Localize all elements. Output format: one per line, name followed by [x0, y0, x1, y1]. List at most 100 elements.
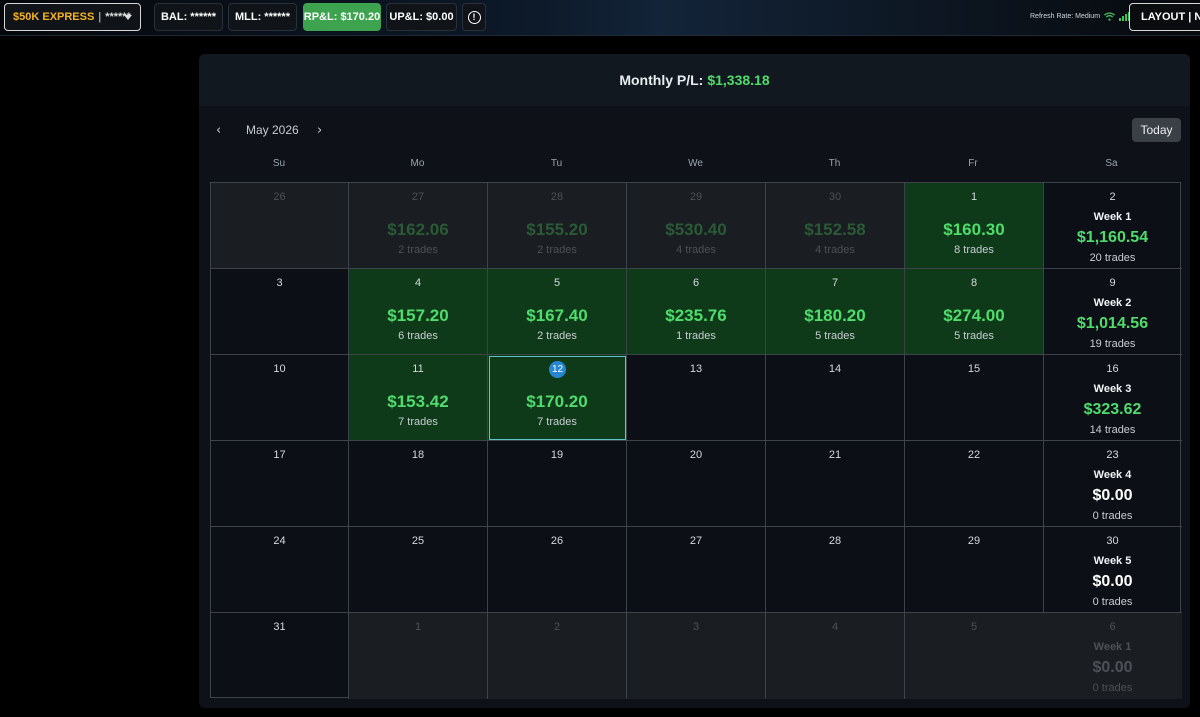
week-summary-cell[interactable]: 23 Week 4 $0.00 0 trades [1043, 441, 1182, 527]
week-summary-cell[interactable]: 9 Week 2 $1,014.56 19 trades [1043, 269, 1182, 355]
calendar-day-cell[interactable]: 8 $274.00 5 trades [905, 269, 1044, 355]
weekday-header: Mo [410, 158, 425, 169]
day-trade-count: 7 trades [537, 416, 577, 428]
day-trade-count: 5 trades [815, 330, 855, 342]
calendar-day-cell[interactable]: 5 $167.40 2 trades [488, 269, 627, 355]
account-separator: | [98, 11, 102, 23]
week-trade-count: 14 trades [1089, 424, 1136, 436]
calendar-day-cell[interactable]: 27 $162.06 2 trades [349, 183, 488, 269]
day-pnl: $274.00 [943, 306, 1005, 325]
week-summary-cell[interactable]: 6 Week 1 $0.00 0 trades [1043, 613, 1182, 699]
day-trade-count: 7 trades [398, 416, 438, 428]
calendar-day-cell[interactable]: 21 [766, 441, 905, 527]
calendar-day-cell[interactable]: 1 [349, 613, 488, 699]
calendar-day-cell[interactable]: 15 [905, 355, 1044, 441]
day-number: 24 [273, 535, 286, 547]
account-name: $50K EXPRESS [13, 11, 95, 23]
unrealized-pnl-badge[interactable]: UP&L: $0.00 [386, 3, 457, 31]
calendar-day-cell[interactable]: 18 [349, 441, 488, 527]
info-button[interactable]: ! [462, 3, 486, 31]
day-trade-count: 4 trades [815, 244, 855, 256]
today-button[interactable]: Today [1132, 118, 1181, 142]
week-summary-cell[interactable]: 2 Week 1 $1,160.54 20 trades [1043, 183, 1182, 269]
calendar-day-cell[interactable]: 3 [627, 613, 766, 699]
day-pnl: $152.58 [804, 220, 866, 239]
realized-pnl-badge[interactable]: RP&L: $170.20 [303, 3, 381, 31]
balance-badge[interactable]: BAL: ****** [154, 3, 223, 31]
day-number: 1 [970, 191, 978, 203]
day-trade-count: 6 trades [398, 330, 438, 342]
chevron-left-icon[interactable]: ‹ [216, 120, 230, 140]
calendar-day-cell[interactable]: 19 [488, 441, 627, 527]
monthly-pnl-header: Monthly P/L: $1,338.18 [199, 54, 1190, 106]
calendar-day-cell[interactable]: 13 [627, 355, 766, 441]
calendar-day-cell[interactable]: 2 [488, 613, 627, 699]
week-pnl: $323.62 [1083, 401, 1142, 418]
calendar-day-cell[interactable]: 28 $155.20 2 trades [488, 183, 627, 269]
calendar-day-cell[interactable]: 31 [211, 613, 349, 699]
day-pnl: $162.06 [387, 220, 449, 239]
layout-button[interactable]: LAYOUT | NEW [1129, 3, 1200, 31]
day-trade-count: 2 trades [537, 244, 577, 256]
day-number: 13 [689, 363, 703, 375]
calendar-day-cell[interactable]: 4 $157.20 6 trades [349, 269, 488, 355]
week-label: Week 2 [1093, 297, 1132, 309]
weekday-header: Fr [968, 158, 978, 169]
day-trade-count: 5 trades [954, 330, 994, 342]
account-selector[interactable]: $50K EXPRESS | ****** [4, 3, 141, 31]
calendar-day-cell[interactable]: 25 [349, 527, 488, 613]
calendar-day-cell[interactable]: 29 $530.40 4 trades [627, 183, 766, 269]
calendar-day-cell[interactable]: 1 $160.30 8 trades [905, 183, 1044, 269]
day-trade-count: 8 trades [954, 244, 994, 256]
calendar-day-cell[interactable]: 27 [627, 527, 766, 613]
week-trade-count: 20 trades [1089, 252, 1136, 264]
calendar-day-cell[interactable]: 3 [211, 269, 349, 355]
day-number: 1 [414, 621, 422, 633]
refresh-rate-label: Refresh Rate: Medium [1030, 13, 1101, 20]
weekday-header: Tu [550, 158, 563, 169]
monthly-pnl-value: $1,338.18 [707, 72, 770, 88]
day-number: 27 [411, 191, 425, 203]
calendar-day-cell[interactable]: 17 [211, 441, 349, 527]
week-summary-cell[interactable]: 16 Week 3 $323.62 14 trades [1043, 355, 1182, 441]
day-number: 15 [967, 363, 981, 375]
day-number: 12 [549, 361, 566, 378]
calendar-day-cell[interactable]: 4 [766, 613, 905, 699]
week-summary-cell[interactable]: 30 Week 5 $0.00 0 trades [1043, 527, 1182, 613]
calendar-day-cell[interactable]: 6 $235.76 1 trades [627, 269, 766, 355]
day-pnl: $167.40 [526, 306, 588, 325]
calendar-day-cell[interactable]: 20 [627, 441, 766, 527]
day-number: 2 [1109, 191, 1116, 203]
calendar-day-cell[interactable]: 26 [488, 527, 627, 613]
day-pnl: $180.20 [804, 306, 866, 325]
day-number: 5 [970, 621, 978, 633]
calendar-day-cell[interactable]: 30 $152.58 4 trades [766, 183, 905, 269]
monthly-pnl-label: Monthly P/L: [619, 72, 704, 88]
calendar-day-cell[interactable]: 22 [905, 441, 1044, 527]
day-number: 20 [689, 449, 703, 461]
day-number: 30 [828, 191, 842, 203]
week-pnl: $1,014.56 [1076, 315, 1149, 332]
weekday-header: Th [828, 158, 841, 169]
calendar-day-cell[interactable]: 26 [211, 183, 349, 269]
calendar-day-cell[interactable]: 11 $153.42 7 trades [349, 355, 488, 441]
chevron-right-icon[interactable]: › [317, 120, 331, 140]
calendar-day-cell[interactable]: 10 [211, 355, 349, 441]
calendar-day-cell[interactable]: 12 $170.20 7 trades [488, 355, 627, 441]
day-pnl: $155.20 [526, 220, 588, 239]
week-pnl: $0.00 [1092, 659, 1133, 676]
day-pnl: $153.42 [387, 392, 449, 411]
weekday-header: Sa [1105, 158, 1118, 169]
calendar-day-cell[interactable]: 28 [766, 527, 905, 613]
calendar-day-cell[interactable]: 7 $180.20 5 trades [766, 269, 905, 355]
weekday-header: We [688, 158, 703, 169]
mll-badge[interactable]: MLL: ****** [228, 3, 297, 31]
week-pnl: $1,160.54 [1076, 229, 1149, 246]
refresh-rate-indicator[interactable]: Refresh Rate: Medium [1030, 12, 1131, 21]
day-number: 21 [828, 449, 842, 461]
calendar-day-cell[interactable]: 29 [905, 527, 1044, 613]
calendar-day-cell[interactable]: 5 [905, 613, 1044, 699]
calendar-day-cell[interactable]: 24 [211, 527, 349, 613]
day-number: 3 [692, 621, 700, 633]
calendar-day-cell[interactable]: 14 [766, 355, 905, 441]
